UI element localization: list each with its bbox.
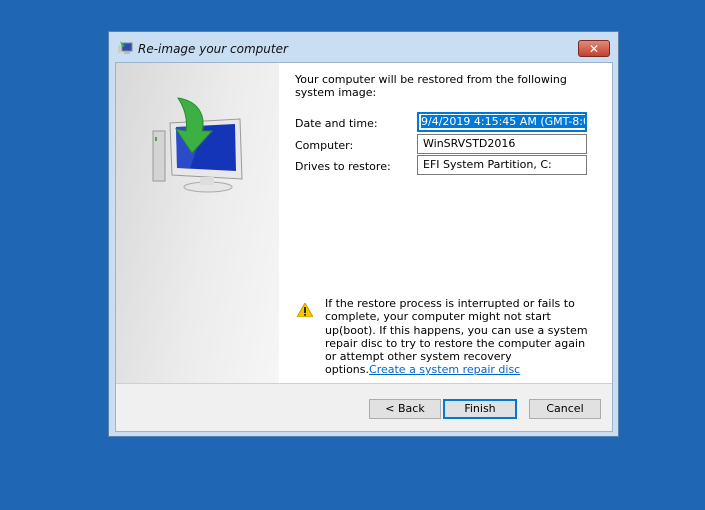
warning-message: If the restore process is interrupted or…: [325, 297, 595, 377]
computer-restore-icon: [118, 41, 133, 54]
drives-field[interactable]: EFI System Partition, C:: [417, 155, 587, 175]
reimage-dialog: Re-image your computer ✕ Your computer w…: [108, 31, 619, 437]
create-repair-disc-link[interactable]: Create a system repair disc: [369, 363, 520, 376]
date-time-value: 9/4/2019 4:15:45 AM (GMT-8:00): [421, 115, 585, 128]
intro-text: Your computer will be restored from the …: [295, 73, 567, 99]
side-panel: [116, 63, 279, 385]
date-time-field[interactable]: 9/4/2019 4:15:45 AM (GMT-8:00): [417, 112, 587, 132]
warning-icon: [297, 303, 313, 317]
dialog-client: Your computer will be restored from the …: [115, 62, 613, 432]
computer-label: Computer:: [295, 139, 354, 152]
title-bar[interactable]: Re-image your computer ✕: [109, 32, 618, 62]
date-time-label: Date and time:: [295, 117, 378, 130]
cancel-button[interactable]: Cancel: [529, 399, 601, 419]
drives-label: Drives to restore:: [295, 160, 391, 173]
restore-computer-illustration-icon: [152, 97, 243, 193]
finish-button[interactable]: Finish: [443, 399, 517, 419]
close-button[interactable]: ✕: [578, 40, 610, 57]
computer-field[interactable]: WinSRVSTD2016: [417, 134, 587, 154]
window-title: Re-image your computer: [138, 42, 288, 56]
button-bar: < Back Finish Cancel: [116, 383, 612, 431]
back-button[interactable]: < Back: [369, 399, 441, 419]
